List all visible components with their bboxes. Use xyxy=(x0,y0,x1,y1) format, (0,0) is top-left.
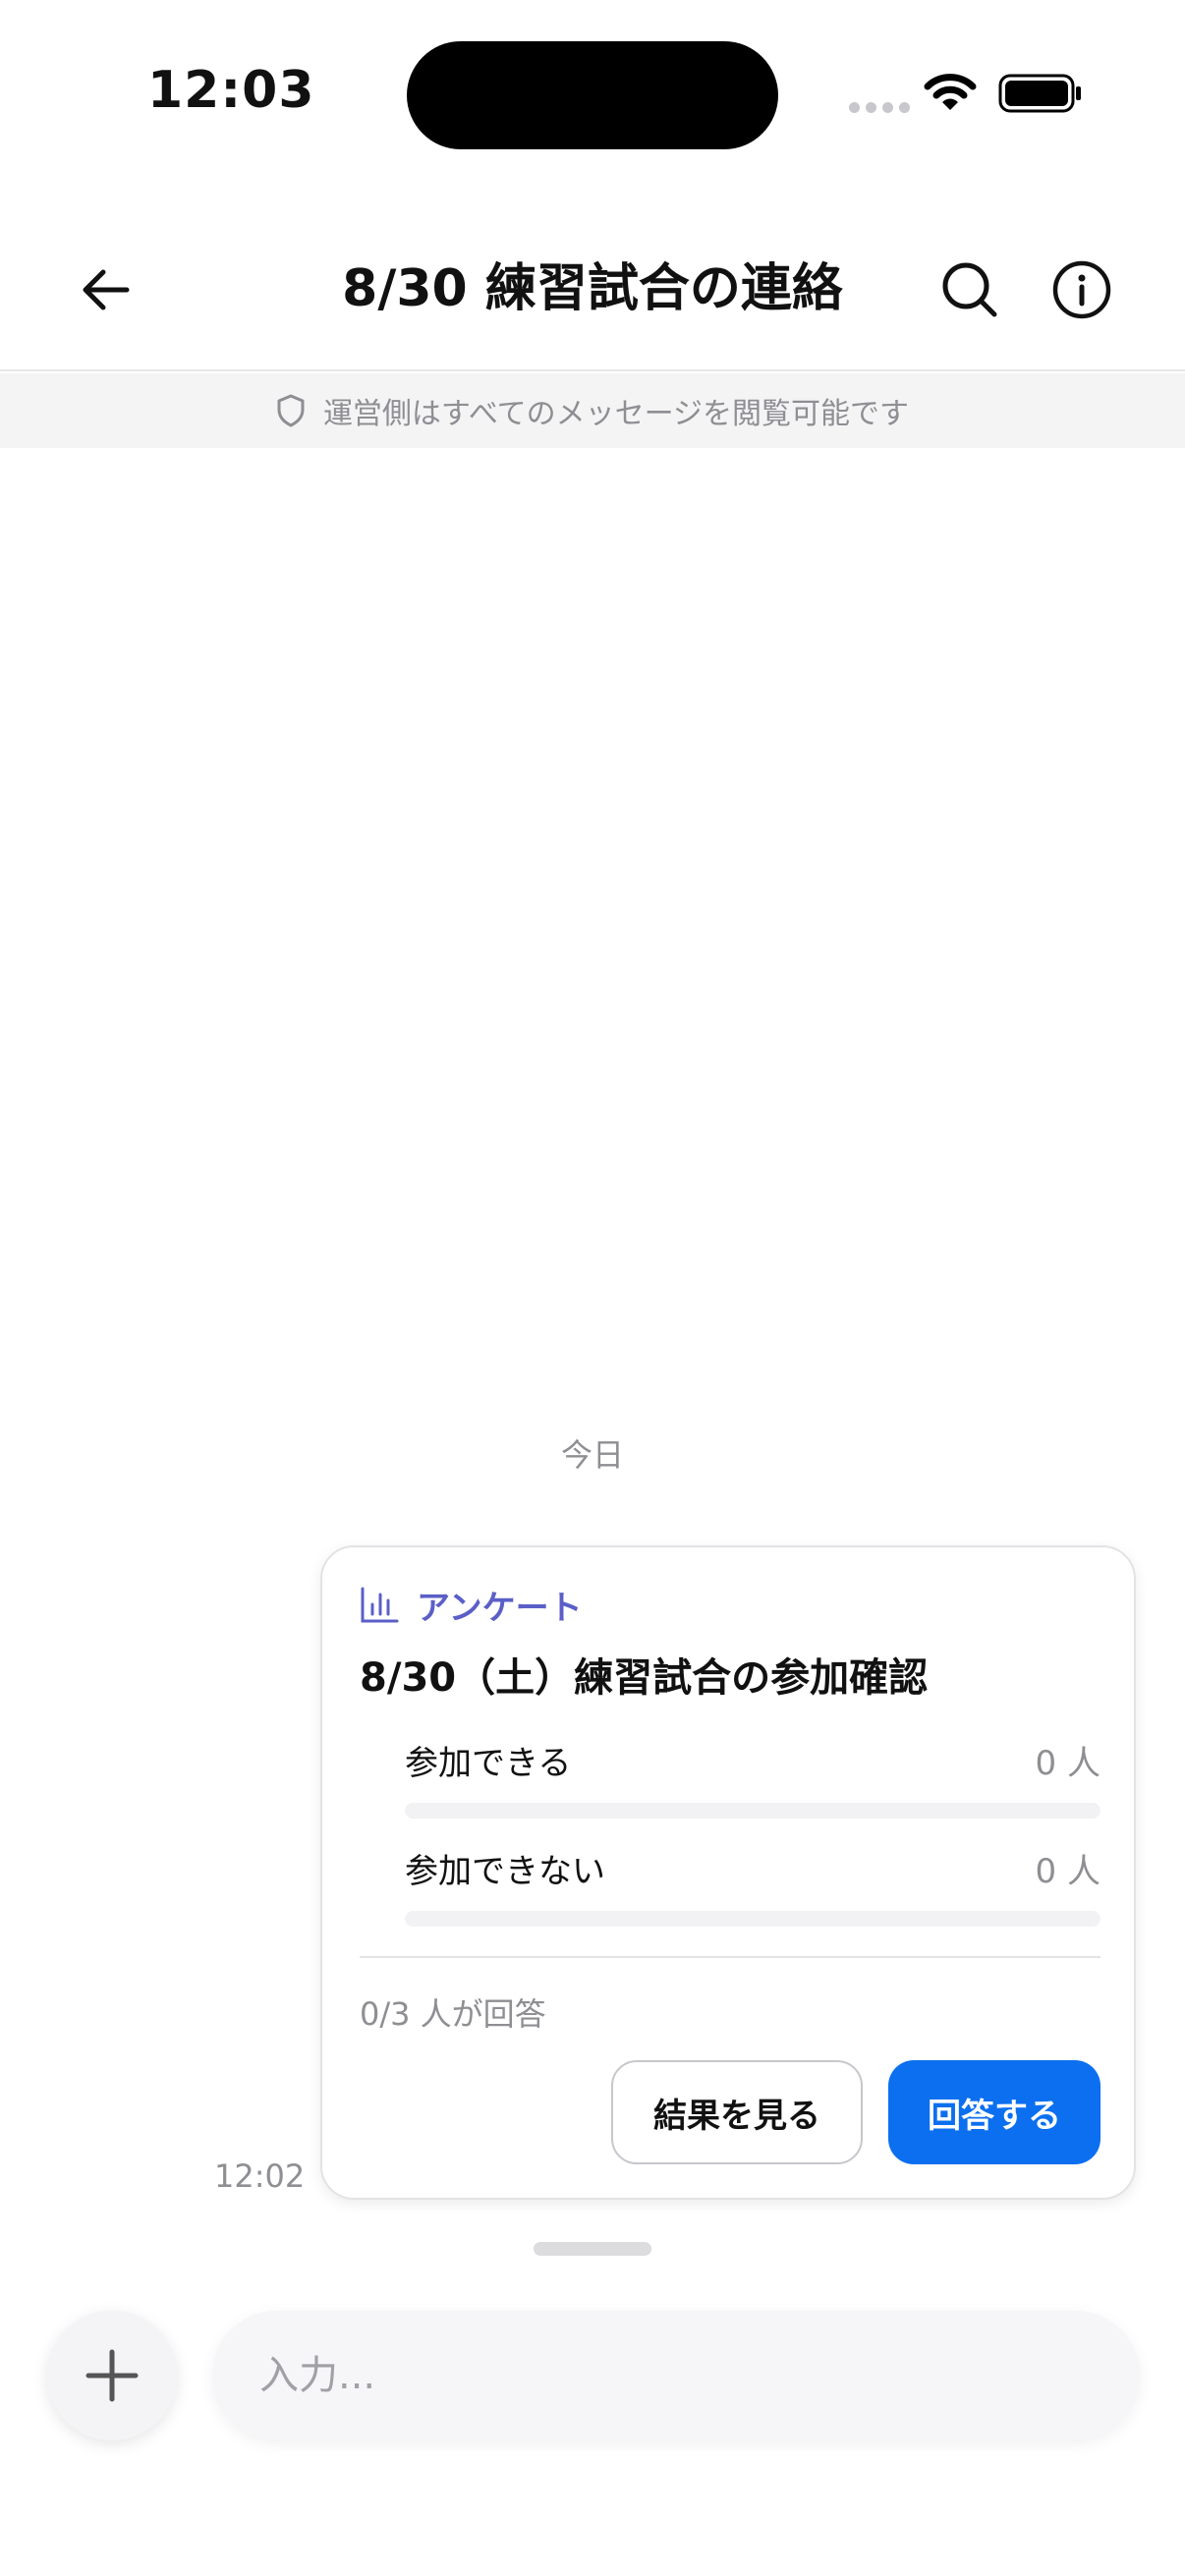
poll-message-card[interactable]: アンケート 8/30（土）練習試合の参加確認 参加できる 0 人 参加できない … xyxy=(320,1545,1136,2200)
cellular-signal-icon xyxy=(849,102,910,113)
poll-option-bar xyxy=(405,1911,1100,1927)
status-time: 12:03 xyxy=(147,61,315,120)
info-icon xyxy=(1052,260,1111,319)
chat-header: 8/30 練習試合の連絡 xyxy=(0,206,1185,371)
poll-option-count: 0 人 xyxy=(1035,1744,1100,1783)
attach-button[interactable] xyxy=(47,2311,177,2440)
search-icon xyxy=(942,262,997,317)
chat-screen: 12:03 8/30 練習試合の連絡 運営側はすべてのメッセージを閲覧可能です … xyxy=(0,0,1185,2576)
poll-option-count: 0 人 xyxy=(1035,1852,1100,1891)
poll-type: アンケート xyxy=(360,1581,583,1629)
page-title: 8/30 練習試合の連絡 xyxy=(342,259,843,318)
shield-icon xyxy=(277,394,305,427)
notice-text: 運営側はすべてのメッセージを閲覧可能です xyxy=(322,397,910,431)
date-separator: 今日 xyxy=(560,1436,624,1474)
poll-option-label: 参加できない xyxy=(405,1852,605,1891)
poll-title: 8/30（土）練習試合の参加確認 xyxy=(360,1655,929,1701)
search-button[interactable] xyxy=(926,246,1014,334)
poll-type-label: アンケート xyxy=(417,1589,583,1628)
plus-icon xyxy=(85,2349,139,2402)
card-divider xyxy=(360,1956,1100,1958)
bar-chart-icon xyxy=(361,1587,399,1622)
sheet-grabber[interactable] xyxy=(534,2242,651,2256)
battery-icon xyxy=(998,74,1081,113)
poll-option-label: 参加できる xyxy=(405,1744,572,1783)
info-button[interactable] xyxy=(1038,246,1126,334)
view-results-button[interactable]: 結果を見る xyxy=(611,2060,863,2164)
arrow-left-icon xyxy=(83,269,130,310)
message-input[interactable] xyxy=(212,2311,1140,2440)
message-timestamp: 12:02 xyxy=(214,2157,306,2195)
poll-option-bar xyxy=(405,1803,1100,1819)
dynamic-island xyxy=(407,41,778,149)
back-button[interactable] xyxy=(61,246,149,334)
answer-button[interactable]: 回答する xyxy=(888,2060,1100,2164)
response-count: 0/3 人が回答 xyxy=(360,1995,546,2033)
wifi-icon xyxy=(924,74,977,110)
moderation-notice: 運営側はすべてのメッセージを閲覧可能です xyxy=(0,373,1185,448)
